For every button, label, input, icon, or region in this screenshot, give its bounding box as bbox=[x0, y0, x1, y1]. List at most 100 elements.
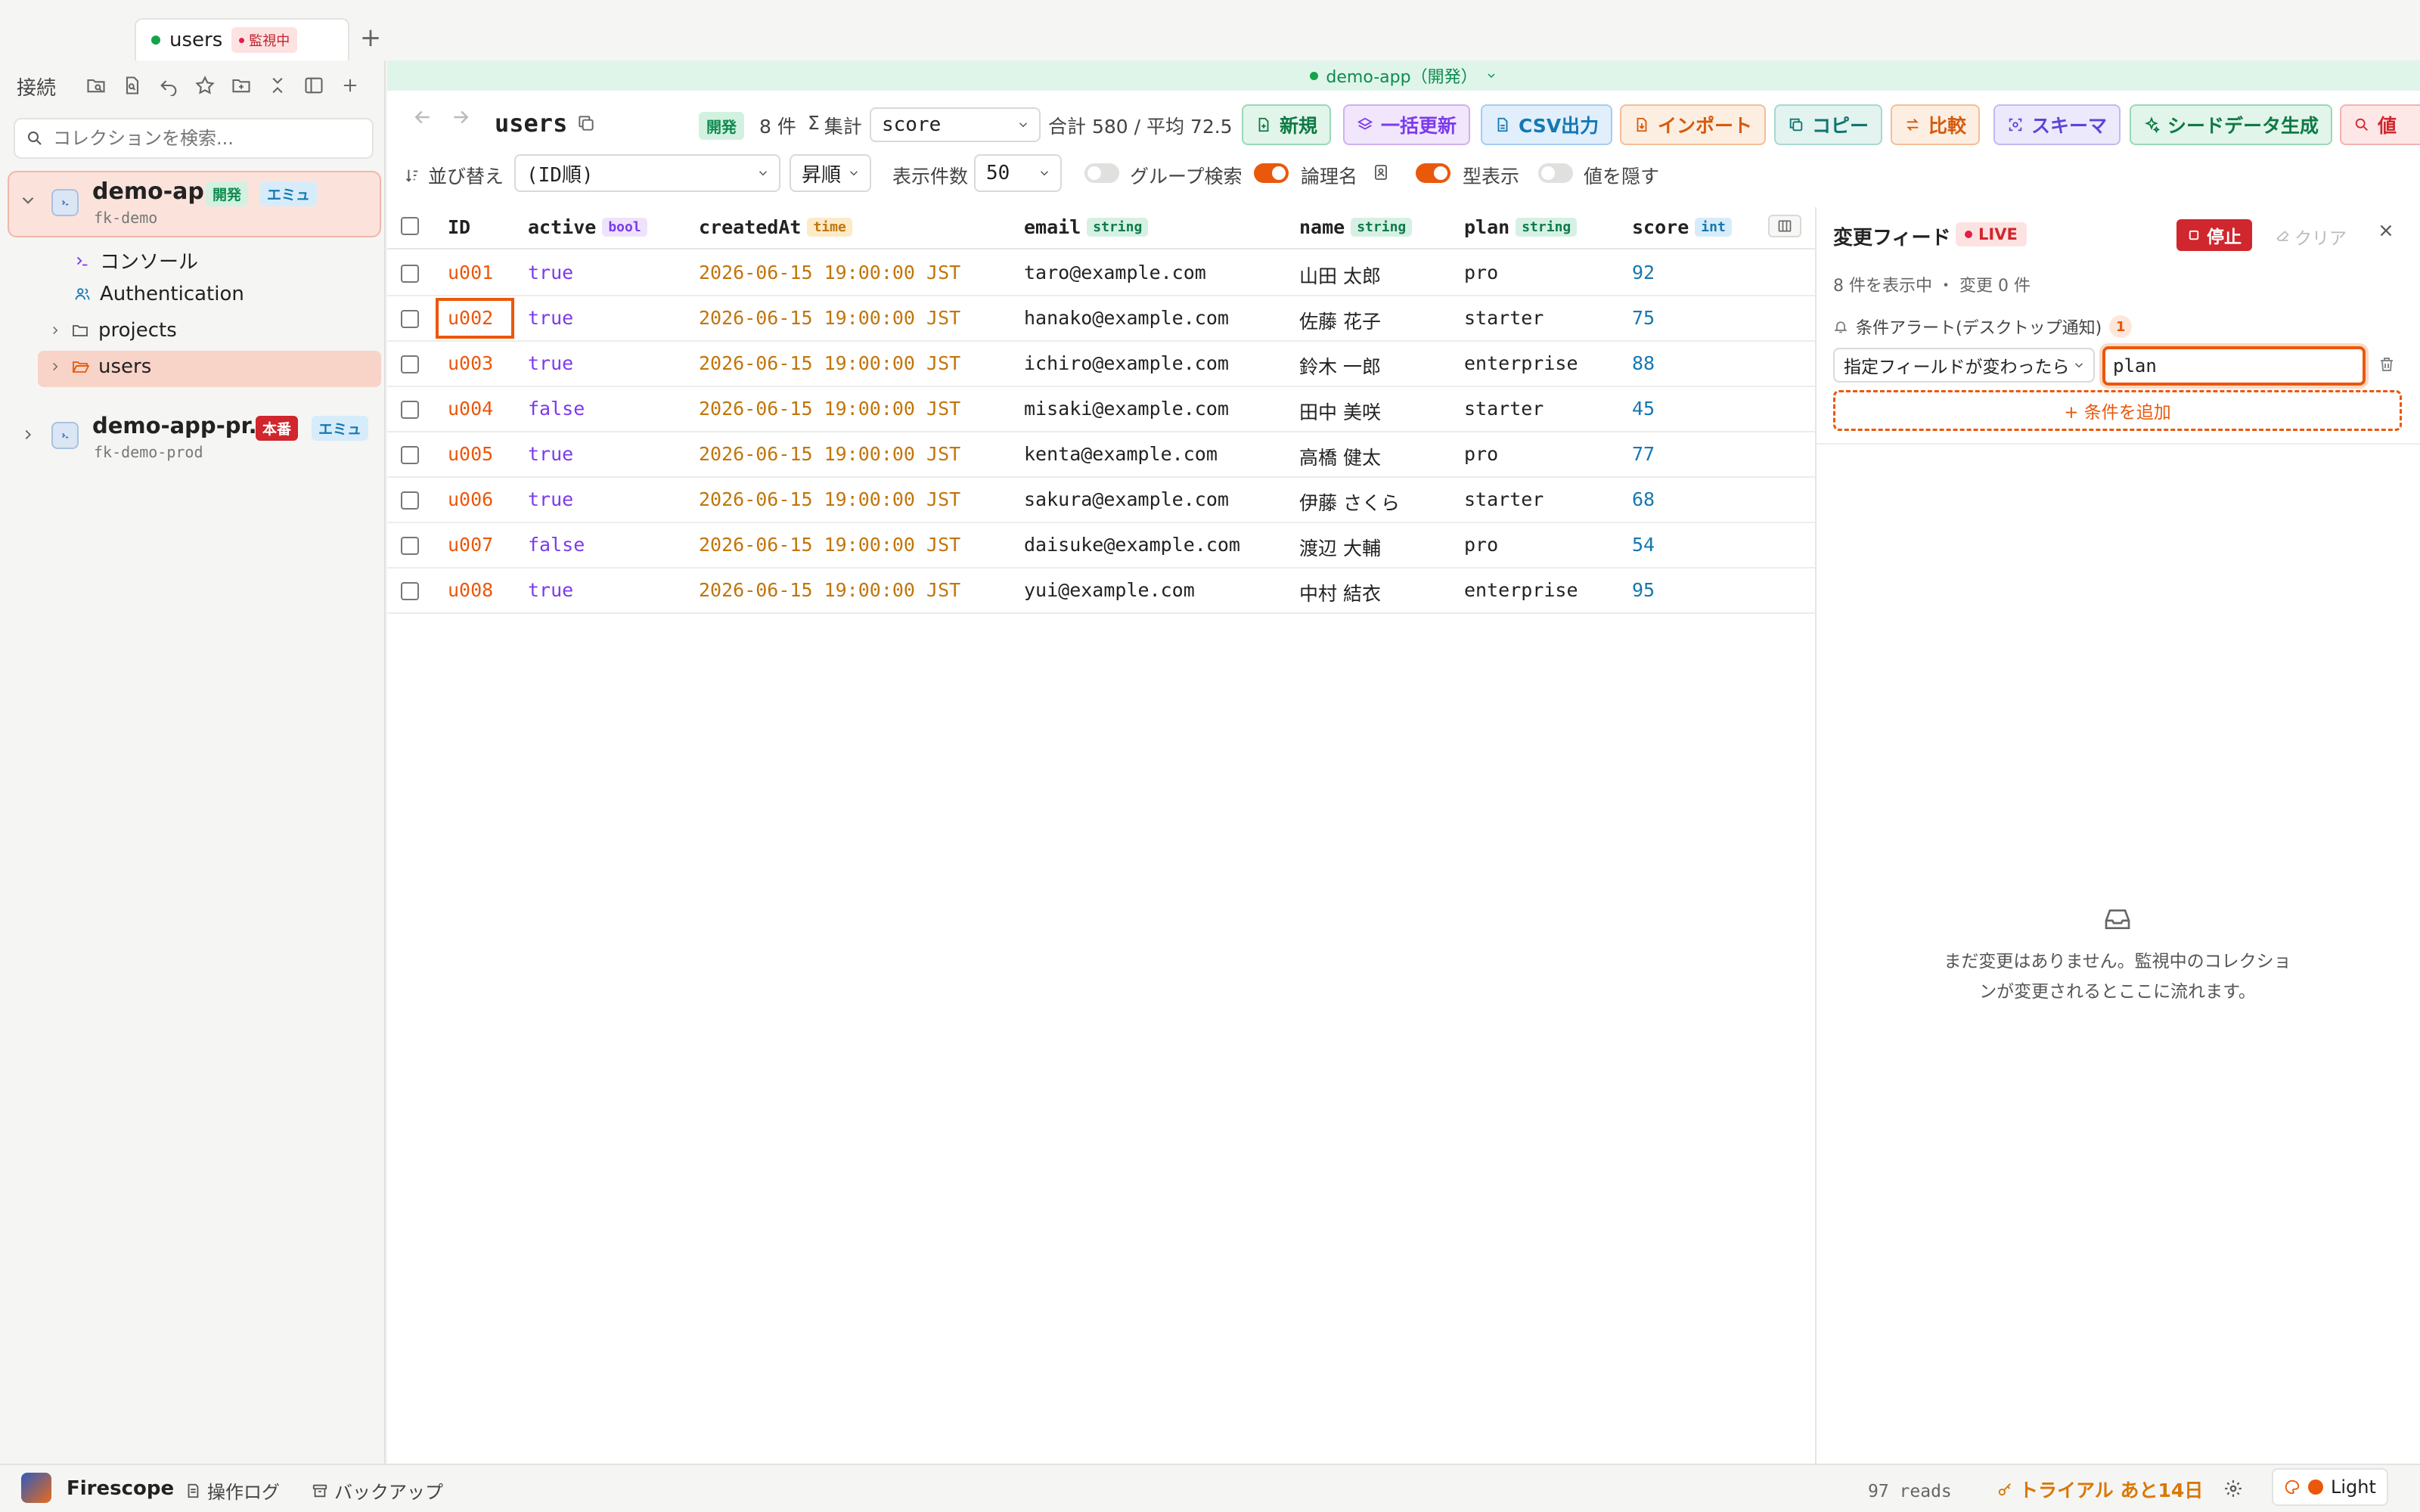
column-header-score[interactable]: score int bbox=[1632, 216, 1732, 238]
column-header-email[interactable]: email string bbox=[1024, 216, 1149, 238]
row-checkbox[interactable] bbox=[401, 446, 419, 464]
cell-name[interactable]: 山田 太郎 bbox=[1299, 262, 1381, 289]
operation-log-button[interactable]: 操作ログ bbox=[185, 1477, 280, 1504]
cell-plan[interactable]: enterprise bbox=[1464, 352, 1578, 374]
undo-icon[interactable] bbox=[157, 74, 180, 97]
cell-createdAt[interactable]: 2026-06-15 19:00:00 JST bbox=[699, 488, 960, 510]
collapse-all-icon[interactable] bbox=[266, 74, 289, 97]
cell-name[interactable]: 中村 結衣 bbox=[1299, 579, 1381, 606]
row-checkbox[interactable] bbox=[401, 582, 419, 600]
cell-createdAt[interactable]: 2026-06-15 19:00:00 JST bbox=[699, 262, 960, 284]
import-button[interactable]: インポート bbox=[1620, 104, 1767, 145]
folder-add-icon[interactable] bbox=[230, 74, 253, 97]
collection-search[interactable] bbox=[14, 118, 374, 159]
cell-score[interactable]: 77 bbox=[1632, 443, 1655, 465]
cell-plan[interactable]: enterprise bbox=[1464, 579, 1578, 601]
forward-arrow-icon[interactable] bbox=[449, 106, 472, 129]
sidebar-item-projects[interactable]: projects bbox=[48, 319, 177, 342]
close-icon[interactable] bbox=[2376, 221, 2396, 240]
column-header-createdAt[interactable]: createdAt time bbox=[699, 216, 852, 238]
cell-createdAt[interactable]: 2026-06-15 19:00:00 JST bbox=[699, 307, 960, 329]
chevron-down-icon[interactable] bbox=[18, 191, 38, 210]
logical-name-toggle[interactable] bbox=[1254, 163, 1289, 183]
add-condition-button[interactable]: + 条件を追加 bbox=[1833, 390, 2402, 431]
copy-path-icon[interactable] bbox=[576, 113, 596, 133]
cell-active[interactable]: true bbox=[528, 579, 573, 601]
cell-email[interactable]: misaki@example.com bbox=[1024, 398, 1229, 420]
cell-score[interactable]: 95 bbox=[1632, 579, 1655, 601]
cell-name[interactable]: 渡辺 大輔 bbox=[1299, 534, 1381, 561]
columns-icon[interactable] bbox=[1768, 215, 1801, 237]
row-checkbox[interactable] bbox=[401, 537, 419, 555]
cell-plan[interactable]: pro bbox=[1464, 262, 1498, 284]
sidebar-toggle-icon[interactable] bbox=[302, 74, 325, 97]
cell-score[interactable]: 88 bbox=[1632, 352, 1655, 374]
cell-email[interactable]: hanako@example.com bbox=[1024, 307, 1229, 329]
cell-score[interactable]: 54 bbox=[1632, 534, 1655, 556]
cell-id[interactable]: u003 bbox=[448, 352, 493, 374]
clear-button[interactable]: クリア bbox=[2275, 224, 2347, 249]
cell-active[interactable]: true bbox=[528, 262, 573, 284]
cell-score[interactable]: 75 bbox=[1632, 307, 1655, 329]
cell-plan[interactable]: starter bbox=[1464, 307, 1544, 329]
sidebar-item-users[interactable]: users bbox=[48, 355, 151, 378]
row-checkbox[interactable] bbox=[401, 265, 419, 283]
cell-name[interactable]: 鈴木 一郎 bbox=[1299, 352, 1381, 380]
schema-button[interactable]: スキーマ bbox=[1993, 104, 2121, 145]
cell-active[interactable]: false bbox=[528, 534, 585, 556]
cell-name[interactable]: 田中 美咲 bbox=[1299, 398, 1381, 425]
cell-createdAt[interactable]: 2026-06-15 19:00:00 JST bbox=[699, 352, 960, 374]
folder-search-icon[interactable] bbox=[85, 74, 107, 97]
backup-button[interactable]: バックアップ bbox=[312, 1477, 443, 1504]
cell-email[interactable]: ichiro@example.com bbox=[1024, 352, 1229, 374]
cell-name[interactable]: 高橋 健太 bbox=[1299, 443, 1381, 470]
row-checkbox[interactable] bbox=[401, 401, 419, 419]
cell-id[interactable]: u006 bbox=[448, 488, 493, 510]
add-connection-icon[interactable] bbox=[339, 74, 361, 97]
aggregate-field-select[interactable]: score bbox=[870, 107, 1041, 142]
theme-toggle-button[interactable]: Light bbox=[2272, 1468, 2388, 1506]
collection-search-input[interactable] bbox=[53, 128, 371, 149]
cell-score[interactable]: 45 bbox=[1632, 398, 1655, 420]
column-header-name[interactable]: name string bbox=[1299, 216, 1413, 238]
compare-button[interactable]: 比較 bbox=[1891, 104, 1981, 145]
cell-score[interactable]: 68 bbox=[1632, 488, 1655, 510]
value-search-button[interactable]: 値 bbox=[2340, 104, 2420, 145]
sidebar-item-authentication[interactable]: Authentication bbox=[74, 283, 244, 305]
row-checkbox[interactable] bbox=[401, 310, 419, 328]
cell-active[interactable]: true bbox=[528, 352, 573, 374]
environment-bar[interactable]: demo-app（開発） bbox=[387, 60, 2420, 91]
limit-select[interactable]: 50 bbox=[974, 154, 1062, 192]
sidebar-item-console[interactable]: コンソール bbox=[74, 246, 198, 274]
cell-email[interactable]: daisuke@example.com bbox=[1024, 534, 1240, 556]
group-search-toggle[interactable] bbox=[1084, 163, 1119, 183]
column-header-active[interactable]: active bool bbox=[528, 216, 647, 238]
cell-email[interactable]: sakura@example.com bbox=[1024, 488, 1229, 510]
column-header-id[interactable]: ID bbox=[448, 216, 470, 238]
trial-badge[interactable]: トライアル あと14日 bbox=[1996, 1476, 2203, 1503]
cell-createdAt[interactable]: 2026-06-15 19:00:00 JST bbox=[699, 534, 960, 556]
cell-email[interactable]: kenta@example.com bbox=[1024, 443, 1218, 465]
add-tab-button[interactable]: + bbox=[357, 23, 384, 53]
row-checkbox[interactable] bbox=[401, 491, 419, 510]
cell-createdAt[interactable]: 2026-06-15 19:00:00 JST bbox=[699, 398, 960, 420]
new-document-button[interactable]: 新規 bbox=[1242, 104, 1332, 145]
cell-plan[interactable]: pro bbox=[1464, 443, 1498, 465]
star-icon[interactable] bbox=[194, 74, 216, 97]
id-card-icon[interactable] bbox=[1372, 163, 1390, 181]
trash-icon[interactable] bbox=[2378, 355, 2396, 373]
copy-collection-button[interactable]: コピー bbox=[1774, 104, 1883, 145]
hide-values-toggle[interactable] bbox=[1538, 163, 1573, 183]
bulk-update-button[interactable]: 一括更新 bbox=[1343, 104, 1471, 145]
cell-name[interactable]: 佐藤 花子 bbox=[1299, 307, 1381, 334]
row-checkbox[interactable] bbox=[401, 355, 419, 373]
select-all-checkbox[interactable] bbox=[401, 217, 419, 235]
chevron-right-icon[interactable] bbox=[20, 426, 36, 443]
cell-id[interactable]: u005 bbox=[448, 443, 493, 465]
seed-data-button[interactable]: シードデータ生成 bbox=[2130, 104, 2333, 145]
stop-button[interactable]: 停止 bbox=[2176, 219, 2252, 251]
cell-id[interactable]: u007 bbox=[448, 534, 493, 556]
condition-type-select[interactable]: 指定フィールドが変わったら bbox=[1833, 348, 2095, 383]
cell-plan[interactable]: pro bbox=[1464, 534, 1498, 556]
sort-field-select[interactable]: (ID順) bbox=[514, 154, 780, 192]
